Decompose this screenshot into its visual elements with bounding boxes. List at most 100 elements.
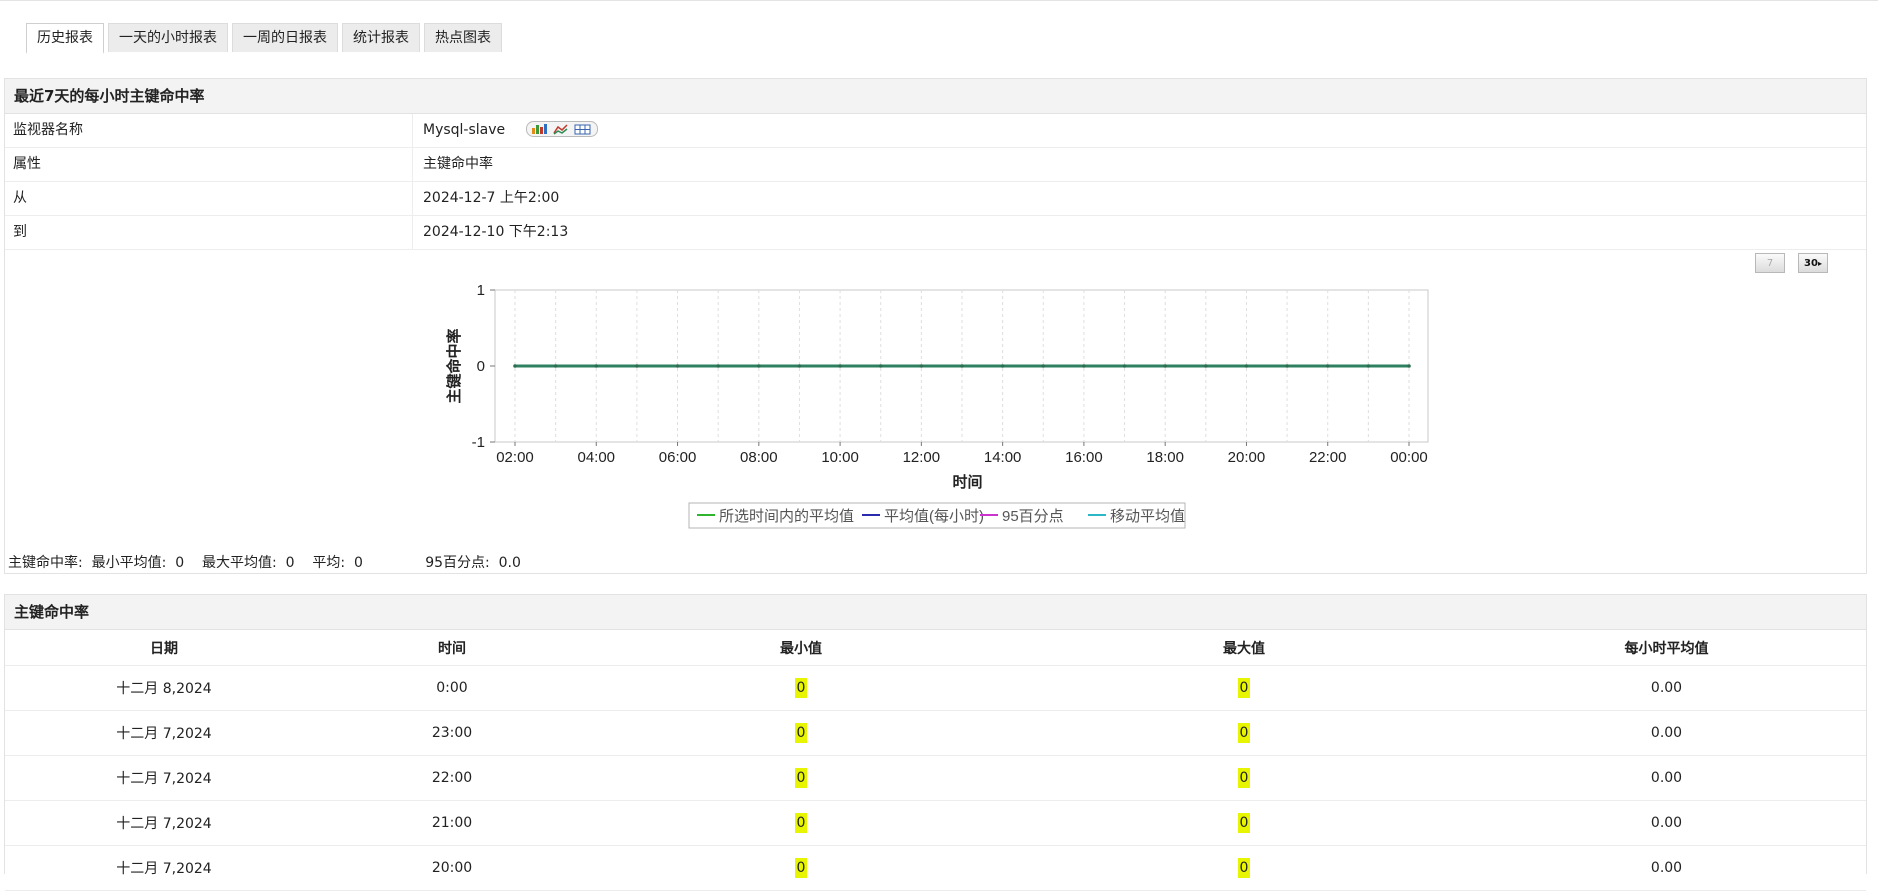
data-point	[1407, 364, 1411, 368]
data-point	[1325, 364, 1330, 368]
p95-label: 95百分点:	[425, 555, 490, 571]
max-value-link[interactable]: 0	[1237, 813, 1251, 833]
cell-min: 0	[581, 755, 1021, 801]
max-avg-label: 最大平均值:	[201, 555, 277, 571]
cell-min: 0	[581, 665, 1021, 711]
cell-min: 0	[581, 845, 1021, 891]
min-value-link[interactable]: 0	[794, 723, 808, 743]
y-tick-label: -1	[472, 434, 485, 451]
x-tick-label: 10:00	[821, 449, 859, 466]
data-point	[797, 364, 802, 368]
data-point	[1204, 364, 1208, 368]
cell-time: 20:00	[323, 845, 581, 891]
cell-date: 十二月 7,2024	[5, 845, 323, 891]
data-point	[553, 364, 558, 368]
cell-date: 十二月 7,2024	[5, 755, 323, 801]
data-point	[1000, 364, 1005, 368]
cell-min: 0	[581, 710, 1021, 756]
data-point	[1122, 364, 1127, 368]
min-avg-label: 最小平均值:	[91, 555, 167, 571]
y-axis-label: 主键命中率	[445, 328, 463, 403]
min-value-link[interactable]: 0	[794, 858, 808, 878]
data-point	[716, 364, 720, 368]
tab-heatmap-report[interactable]: 热点图表	[424, 23, 502, 52]
data-point	[513, 364, 517, 368]
cell-date: 十二月 8,2024	[5, 665, 323, 711]
p95-value: 0.0	[498, 555, 521, 571]
x-tick-label: 08:00	[740, 449, 778, 466]
avg-label: 平均:	[312, 555, 346, 571]
col-header-min[interactable]: 最小值	[581, 630, 1021, 666]
x-tick-label: 12:00	[903, 449, 941, 466]
panel-title: 主键命中率	[5, 595, 1866, 630]
x-tick-label: 00:00	[1390, 449, 1428, 466]
max-value-link[interactable]: 0	[1237, 858, 1251, 878]
legend-label: 所选时间内的平均值	[719, 508, 854, 525]
x-tick-label: 14:00	[984, 449, 1022, 466]
data-point	[757, 364, 761, 368]
table-header-row: 日期 时间 最小值 最大值 每小时平均值	[5, 630, 1866, 666]
tab-hourly-report[interactable]: 一天的小时报表	[108, 23, 228, 52]
min-value-link[interactable]: 0	[794, 678, 808, 698]
data-point	[878, 364, 883, 368]
top-border	[0, 0, 1878, 1]
data-point	[1366, 364, 1371, 368]
legend-label: 移动平均值	[1110, 508, 1185, 525]
cell-date: 十二月 7,2024	[5, 800, 323, 846]
max-avg-value: 0	[285, 555, 295, 571]
min-value-link[interactable]: 0	[794, 813, 808, 833]
cell-max: 0	[1021, 800, 1467, 846]
history-panel: 最近7天的每小时主键命中率 监视器名称 Mysql-slave 属性 主键命中率…	[4, 78, 1867, 574]
legend-label: 平均值(每小时)	[884, 508, 984, 525]
cell-time: 21:00	[323, 800, 581, 846]
x-tick-label: 16:00	[1065, 449, 1103, 466]
data-point	[960, 364, 964, 368]
col-header-hourly-avg[interactable]: 每小时平均值	[1467, 630, 1866, 666]
cell-min: 0	[581, 800, 1021, 846]
x-tick-label: 22:00	[1309, 449, 1347, 466]
tab-weekly-daily-report[interactable]: 一周的日报表	[232, 23, 338, 52]
legend-label: 95百分点	[1002, 508, 1064, 525]
y-tick-label: 0	[477, 358, 485, 375]
cell-max: 0	[1021, 755, 1467, 801]
col-header-time[interactable]: 时间	[323, 630, 581, 666]
table-row: 十二月 7,2024 20:00 0 0 0.00	[5, 845, 1866, 891]
data-point	[1082, 364, 1086, 368]
data-point	[675, 364, 680, 368]
cell-time: 0:00	[323, 665, 581, 711]
cell-avg: 0.00	[1467, 665, 1866, 711]
tab-history-report[interactable]: 历史报表	[26, 23, 104, 54]
cell-avg: 0.00	[1467, 845, 1866, 891]
data-point	[635, 364, 639, 368]
x-axis-label: 时间	[952, 473, 982, 491]
x-tick-label: 02:00	[496, 449, 534, 466]
col-header-max[interactable]: 最大值	[1021, 630, 1467, 666]
data-point	[1285, 364, 1289, 368]
max-value-link[interactable]: 0	[1237, 768, 1251, 788]
cell-max: 0	[1021, 665, 1467, 711]
avg-value: 0	[353, 555, 363, 571]
summary-label: 主键命中率:	[8, 555, 83, 571]
hourly-data-table: 日期 时间 最小值 最大值 每小时平均值 十二月 8,2024 0:00 0 0…	[5, 630, 1866, 891]
cell-time: 22:00	[323, 755, 581, 801]
cell-max: 0	[1021, 710, 1467, 756]
data-point	[919, 364, 924, 368]
max-value-link[interactable]: 0	[1237, 723, 1251, 743]
x-tick-label: 04:00	[577, 449, 615, 466]
data-point	[594, 364, 599, 368]
y-tick-label: 1	[477, 282, 485, 299]
min-value-link[interactable]: 0	[794, 768, 808, 788]
max-value-link[interactable]: 0	[1237, 678, 1251, 698]
cell-time: 23:00	[323, 710, 581, 756]
report-tabs: 历史报表 一天的小时报表 一周的日报表 统计报表 热点图表	[26, 23, 502, 54]
table-row: 十二月 8,2024 0:00 0 0 0.00	[5, 665, 1866, 711]
line-chart: -1 0 1 02:00 04:00 06:00 08:00 10:00 12:00 14:00 1…	[445, 282, 1429, 529]
tab-statistics-report[interactable]: 统计报表	[342, 23, 420, 52]
cell-avg: 0.00	[1467, 710, 1866, 756]
cell-date: 十二月 7,2024	[5, 710, 323, 756]
summary-line: 主键命中率: 最小平均值: 0 最大平均值: 0 平均: 0 95百分点: 0.…	[8, 552, 521, 572]
data-point	[1163, 364, 1167, 368]
table-row: 十二月 7,2024 21:00 0 0 0.00	[5, 800, 1866, 846]
data-point	[1244, 364, 1249, 368]
col-header-date[interactable]: 日期	[5, 630, 323, 666]
